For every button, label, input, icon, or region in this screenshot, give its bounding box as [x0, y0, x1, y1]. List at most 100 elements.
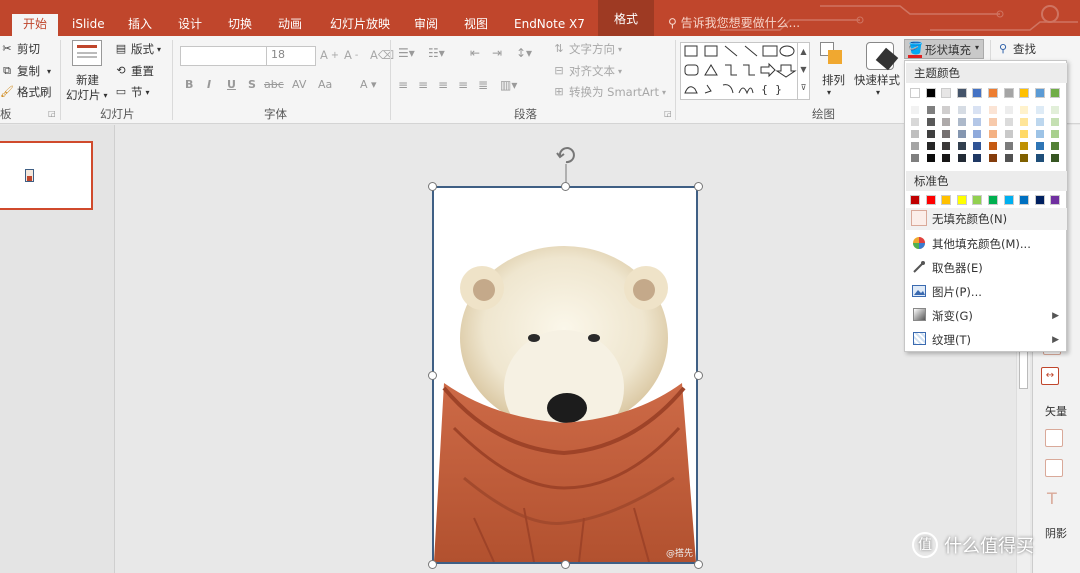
theme-color-swatch[interactable]: [972, 88, 983, 98]
picture-fill-item[interactable]: 图片(P)...: [906, 281, 1067, 303]
standard-color-swatch[interactable]: [1050, 195, 1061, 205]
align-left-icon[interactable]: ≡: [398, 78, 408, 92]
theme-shade-swatch[interactable]: [1003, 153, 1014, 163]
theme-color-swatch[interactable]: [910, 88, 920, 98]
font-color-button[interactable]: A ▾: [360, 78, 377, 91]
theme-shade-swatch[interactable]: [941, 117, 952, 127]
theme-shade-swatch[interactable]: [956, 141, 967, 151]
theme-shade-swatch[interactable]: [1003, 129, 1014, 139]
increase-font-icon[interactable]: A +: [320, 48, 339, 62]
format-painter-button[interactable]: 🖌 格式刷: [0, 84, 51, 100]
resize-handle-w[interactable]: [428, 371, 437, 380]
indent-decrease-icon[interactable]: ⇤: [470, 46, 480, 60]
bold-button[interactable]: B: [185, 78, 193, 91]
resize-handle-nw[interactable]: [428, 182, 437, 191]
theme-shade-swatch[interactable]: [925, 105, 936, 115]
theme-shade-swatch[interactable]: [972, 117, 983, 127]
theme-color-swatch[interactable]: [1019, 88, 1030, 98]
standard-color-swatch[interactable]: [956, 195, 967, 205]
theme-shade-swatch[interactable]: [1034, 105, 1045, 115]
tab-format[interactable]: 格式: [598, 0, 654, 36]
theme-shade-swatch[interactable]: [988, 117, 998, 127]
font-name-input[interactable]: [180, 46, 268, 66]
theme-shade-swatch[interactable]: [988, 153, 998, 163]
theme-shade-swatch[interactable]: [1034, 141, 1045, 151]
theme-shade-swatch[interactable]: [972, 153, 983, 163]
gradient-item[interactable]: 渐变(G) ▶: [906, 305, 1067, 327]
theme-shade-swatch[interactable]: [988, 105, 998, 115]
theme-shade-swatch[interactable]: [910, 129, 920, 139]
tab-slideshow[interactable]: 幻灯片放映: [322, 14, 398, 36]
tab-animations[interactable]: 动画: [270, 14, 310, 36]
theme-shade-swatch[interactable]: [1050, 105, 1061, 115]
standard-color-swatch[interactable]: [925, 195, 936, 205]
tab-review[interactable]: 审阅: [406, 14, 446, 36]
tell-me-search[interactable]: ⚲ 告诉我您想要做什么...: [668, 14, 800, 31]
panel-tool-icon[interactable]: [1045, 429, 1063, 447]
theme-color-swatch[interactable]: [988, 88, 998, 98]
theme-shade-swatch[interactable]: [1003, 141, 1014, 151]
theme-shade-swatch[interactable]: [910, 117, 920, 127]
shadow-button[interactable]: S: [248, 78, 256, 91]
theme-shade-swatch[interactable]: [956, 105, 967, 115]
tab-endnote[interactable]: EndNote X7: [506, 14, 593, 36]
eyedropper-item[interactable]: 取色器(E): [906, 257, 1067, 279]
align-right-icon[interactable]: ≡: [438, 78, 448, 92]
shape-fill-button[interactable]: 🪣 形状填充 ▾: [904, 39, 984, 59]
theme-shade-swatch[interactable]: [1034, 153, 1045, 163]
theme-color-swatch[interactable]: [1034, 88, 1045, 98]
theme-shade-swatch[interactable]: [1019, 105, 1030, 115]
theme-shade-swatch[interactable]: [956, 129, 967, 139]
italic-button[interactable]: I: [207, 78, 211, 91]
resize-handle-sw[interactable]: [428, 560, 437, 569]
theme-shade-swatch[interactable]: [1019, 129, 1030, 139]
dialog-launcher-icon[interactable]: ◲: [664, 109, 672, 118]
theme-shade-swatch[interactable]: [1003, 117, 1014, 127]
smartart-button[interactable]: ⊞ 转换为 SmartArt ▾: [552, 84, 666, 100]
shapes-gallery[interactable]: {}: [680, 42, 798, 100]
theme-shade-swatch[interactable]: [1003, 105, 1014, 115]
selected-picture[interactable]: @搭先: [432, 186, 698, 564]
find-button[interactable]: ⚲ 查找: [996, 41, 1036, 57]
standard-color-swatch[interactable]: [972, 195, 983, 205]
cut-button[interactable]: ✂ 剪切: [0, 41, 40, 57]
theme-shade-swatch[interactable]: [1034, 117, 1045, 127]
tab-home[interactable]: 开始: [12, 14, 58, 36]
bullets-icon[interactable]: ☰▾: [398, 46, 415, 60]
standard-color-swatch[interactable]: [988, 195, 998, 205]
theme-shade-swatch[interactable]: [925, 141, 936, 151]
quick-styles-icon[interactable]: [866, 42, 899, 71]
indent-increase-icon[interactable]: ⇥: [492, 46, 502, 60]
theme-shade-swatch[interactable]: [941, 105, 952, 115]
text-tool-icon[interactable]: T: [1047, 489, 1057, 508]
distribute-icon[interactable]: ↔: [1041, 367, 1059, 385]
justify-icon[interactable]: ≡: [458, 78, 468, 92]
slide-thumbnail-panel[interactable]: [0, 125, 115, 573]
theme-shade-swatch[interactable]: [972, 105, 983, 115]
theme-shade-swatch[interactable]: [910, 141, 920, 151]
resize-handle-ne[interactable]: [694, 182, 703, 191]
panel-tool-icon[interactable]: [1045, 459, 1063, 477]
theme-shade-swatch[interactable]: [941, 129, 952, 139]
copy-button[interactable]: ⧉ 复制 ▾: [0, 63, 51, 79]
theme-shade-swatch[interactable]: [1050, 129, 1061, 139]
underline-button[interactable]: U: [227, 78, 236, 91]
resize-handle-se[interactable]: [694, 560, 703, 569]
theme-shade-swatch[interactable]: [972, 141, 983, 151]
texture-item[interactable]: 纹理(T) ▶: [906, 329, 1067, 351]
standard-color-swatch[interactable]: [910, 195, 920, 205]
decrease-font-icon[interactable]: A-: [344, 48, 358, 62]
arrange-button[interactable]: 排列: [822, 72, 845, 88]
tab-view[interactable]: 视图: [456, 14, 496, 36]
theme-shade-swatch[interactable]: [972, 129, 983, 139]
line-spacing-icon[interactable]: ↕▾: [516, 46, 532, 60]
resize-handle-e[interactable]: [694, 371, 703, 380]
theme-shade-swatch[interactable]: [925, 153, 936, 163]
standard-color-swatch[interactable]: [1034, 195, 1045, 205]
theme-color-swatch[interactable]: [941, 88, 952, 98]
theme-shade-swatch[interactable]: [1019, 117, 1030, 127]
char-spacing-button[interactable]: AV: [292, 78, 306, 91]
numbering-icon[interactable]: ☷▾: [428, 46, 445, 60]
theme-shade-swatch[interactable]: [1050, 141, 1061, 151]
new-slide-dropdown[interactable]: 幻灯片 ▾: [66, 87, 108, 103]
